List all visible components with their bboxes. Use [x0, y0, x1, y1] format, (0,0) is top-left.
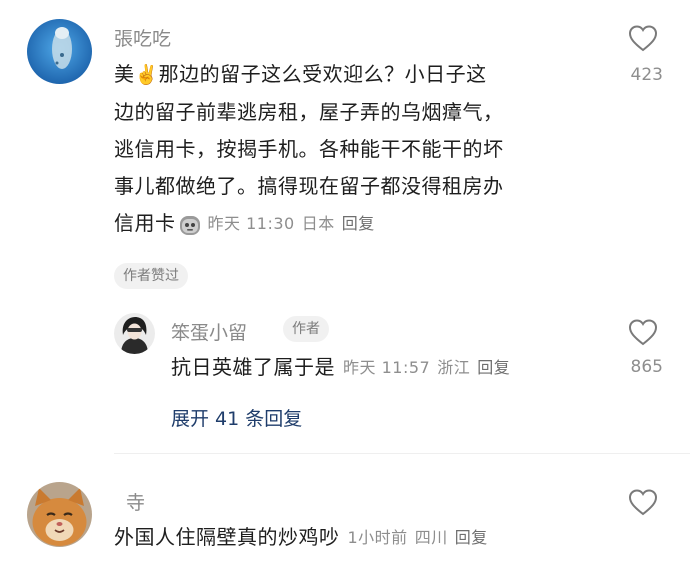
sticker-icon: [178, 212, 202, 236]
comment-text: 信用卡: [114, 211, 176, 235]
reply-button[interactable]: 回复: [342, 205, 375, 242]
avatar[interactable]: [27, 482, 92, 547]
heart-icon: [628, 489, 658, 516]
comment-username[interactable]: 張吃吃: [114, 24, 171, 51]
comment-line: 事儿都做绝了。搞得现在留子都没得租房办: [114, 174, 504, 198]
reply-time: 昨天 11:57: [343, 358, 431, 377]
reply-username[interactable]: 笨蛋小留: [171, 318, 247, 345]
like-button[interactable]: [628, 24, 658, 56]
reply-body: 抗日英雄了属于是 昨天 11:57 浙江 回复: [171, 349, 510, 386]
author-liked-badge: 作者赞过: [114, 263, 188, 289]
reply-button[interactable]: 回复: [477, 349, 510, 386]
comment-line: 信用卡 昨天 11:30 日本 回复: [114, 205, 594, 242]
avatar[interactable]: [114, 313, 155, 354]
reply-text: 抗日英雄了属于是: [171, 355, 335, 379]
comment-line: 边的留子前辈逃房租，屋子弄的乌烟瘴气，: [114, 100, 504, 124]
comment-line: 逃信用卡，按揭手机。各种能干不能干的坏: [114, 137, 504, 161]
comment-text: 外国人住隔壁真的炒鸡吵: [114, 525, 340, 549]
victory-hand-emoji: ✌️: [134, 64, 159, 86]
comment-text: 那边的留子这么受欢迎么？小日子这: [158, 62, 487, 86]
like-count: 865: [630, 357, 663, 377]
comment-username[interactable]: 寺: [126, 488, 145, 515]
comment-text: 美: [114, 62, 135, 86]
heart-icon: [628, 319, 658, 346]
reply-button[interactable]: 回复: [455, 519, 488, 556]
comment-location: 日本: [301, 214, 335, 233]
comment-time: 昨天 11:30: [207, 214, 295, 233]
expand-replies-button[interactable]: 展开 41 条回复: [171, 404, 302, 431]
author-badge: 作者: [283, 316, 329, 342]
comment-time: 1小时前: [347, 528, 408, 547]
like-button[interactable]: [628, 488, 658, 520]
comment-body: 美✌️那边的留子这么受欢迎么？小日子这 边的留子前辈逃房租，屋子弄的乌烟瘴气， …: [114, 56, 594, 242]
comment-location: 四川: [414, 528, 448, 547]
like-count: 423: [630, 65, 663, 85]
divider: [114, 453, 690, 454]
heart-icon: [628, 25, 658, 52]
avatar[interactable]: [27, 19, 92, 84]
comment-body: 外国人住隔壁真的炒鸡吵 1小时前 四川 回复: [114, 519, 488, 556]
like-button[interactable]: [628, 318, 658, 350]
comment-line: 美✌️那边的留子这么受欢迎么？小日子这: [114, 56, 594, 94]
reply-location: 浙江: [437, 358, 471, 377]
